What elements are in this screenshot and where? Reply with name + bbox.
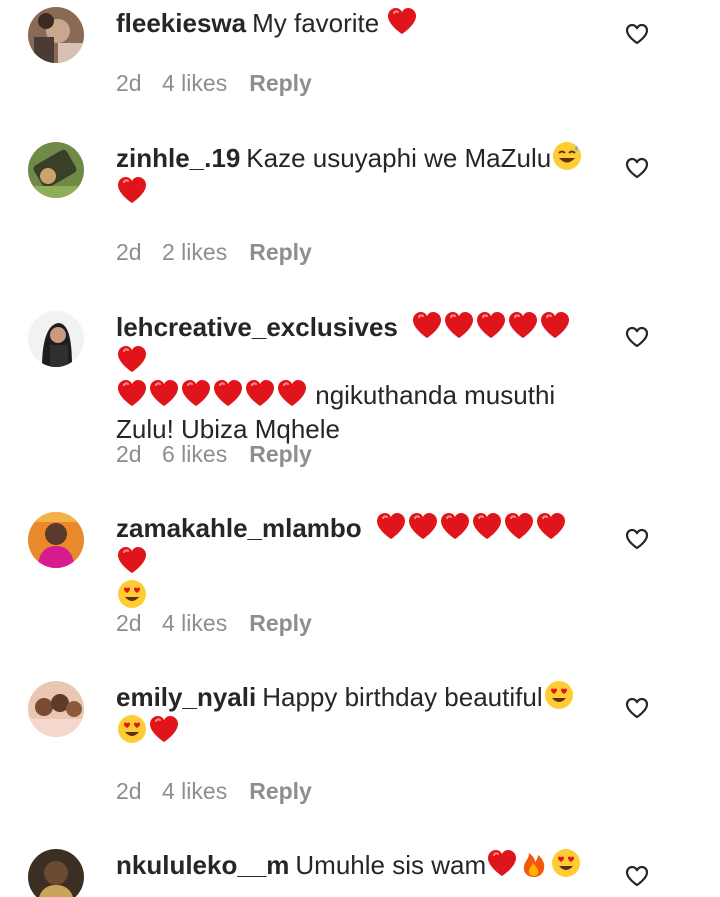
red-heart-emoji-icon [116,175,148,205]
like-heart-icon[interactable] [624,22,650,46]
heart-eyes-emoji-icon [116,714,148,744]
comment-time: 2d [116,778,142,804]
red-heart-emoji-icon [386,6,418,36]
comment-text: fleekieswa My favorite [116,6,596,40]
comment-meta: 2d 6 likes Reply [116,439,312,469]
comment-likes-count[interactable]: 2 likes [162,237,227,267]
heart-eyes-emoji-icon [543,680,575,710]
username-link[interactable]: fleekieswa [116,8,246,38]
red-heart-emoji-icon [148,378,180,408]
comment-meta: 2d 4 likes Reply [116,68,312,98]
red-heart-emoji-icon [471,511,503,541]
username-link[interactable]: nkululeko__m [116,850,289,880]
avatar[interactable] [28,512,84,568]
username-link[interactable]: zinhle_.19 [116,143,240,173]
comment-time: 2d [116,70,142,96]
comment-time: 2d [116,239,142,265]
comment-time: 2d [116,610,142,636]
grinning-sweat-emoji-icon [551,141,583,171]
avatar[interactable] [28,681,84,737]
comment-body: Happy birthday beautiful [262,682,543,712]
red-heart-emoji-icon [439,511,471,541]
username-link[interactable]: emily_nyali [116,682,256,712]
red-heart-emoji-icon [116,378,148,408]
red-heart-emoji-icon [503,511,535,541]
avatar[interactable] [28,311,84,367]
red-heart-emoji-icon [116,545,148,575]
avatar[interactable] [28,142,84,198]
red-heart-emoji-icon [411,310,443,340]
like-heart-icon[interactable] [624,864,650,888]
avatar[interactable] [28,7,84,63]
red-heart-emoji-icon [443,310,475,340]
red-heart-emoji-icon [535,511,567,541]
reply-button[interactable]: Reply [249,237,312,267]
comment-text: zinhle_.19 Kaze usuyaphi we MaZulu [116,141,596,209]
avatar[interactable] [28,849,84,897]
like-heart-icon[interactable] [624,696,650,720]
reply-button[interactable]: Reply [249,608,312,638]
comment-likes-count[interactable]: 4 likes [162,608,227,638]
reply-button[interactable]: Reply [249,68,312,98]
comment-meta: 2d 4 likes Reply [116,776,312,806]
comment-text: zamakahle_mlambo [116,511,596,613]
heart-eyes-emoji-icon [116,579,148,609]
reply-button[interactable]: Reply [249,776,312,806]
red-heart-emoji-icon [276,378,308,408]
comment-text: nkululeko__m Umuhle sis wam [116,848,596,882]
heart-eyes-emoji-icon [550,848,582,878]
red-heart-emoji-icon [375,511,407,541]
like-heart-icon[interactable] [624,527,650,551]
reply-button[interactable]: Reply [249,439,312,469]
red-heart-emoji-icon [244,378,276,408]
comment-likes-count[interactable]: 4 likes [162,776,227,806]
red-heart-emoji-icon [475,310,507,340]
username-link[interactable]: zamakahle_mlambo [116,513,362,543]
red-heart-emoji-icon [180,378,212,408]
comment-meta: 2d 4 likes Reply [116,608,312,638]
comment-body: Umuhle sis wam [295,850,487,880]
comment-meta: 2d 2 likes Reply [116,237,312,267]
red-heart-emoji-icon [507,310,539,340]
comment-body: Kaze usuyaphi we MaZulu [246,143,552,173]
like-heart-icon[interactable] [624,156,650,180]
red-heart-emoji-icon [407,511,439,541]
comment-body: My favorite [252,8,380,38]
username-link[interactable]: lehcreative_exclusives [116,312,398,342]
fire-emoji-icon [518,848,550,878]
red-heart-emoji-icon [116,344,148,374]
comment-text: lehcreative_exclusives ngikuthanda musut… [116,310,596,446]
comment-likes-count[interactable]: 6 likes [162,439,227,469]
red-heart-emoji-icon [212,378,244,408]
red-heart-emoji-icon [148,714,180,744]
comment-likes-count[interactable]: 4 likes [162,68,227,98]
red-heart-emoji-icon [486,848,518,878]
comment-text: emily_nyali Happy birthday beautiful [116,680,596,748]
like-heart-icon[interactable] [624,325,650,349]
red-heart-emoji-icon [539,310,571,340]
comment-time: 2d [116,441,142,467]
